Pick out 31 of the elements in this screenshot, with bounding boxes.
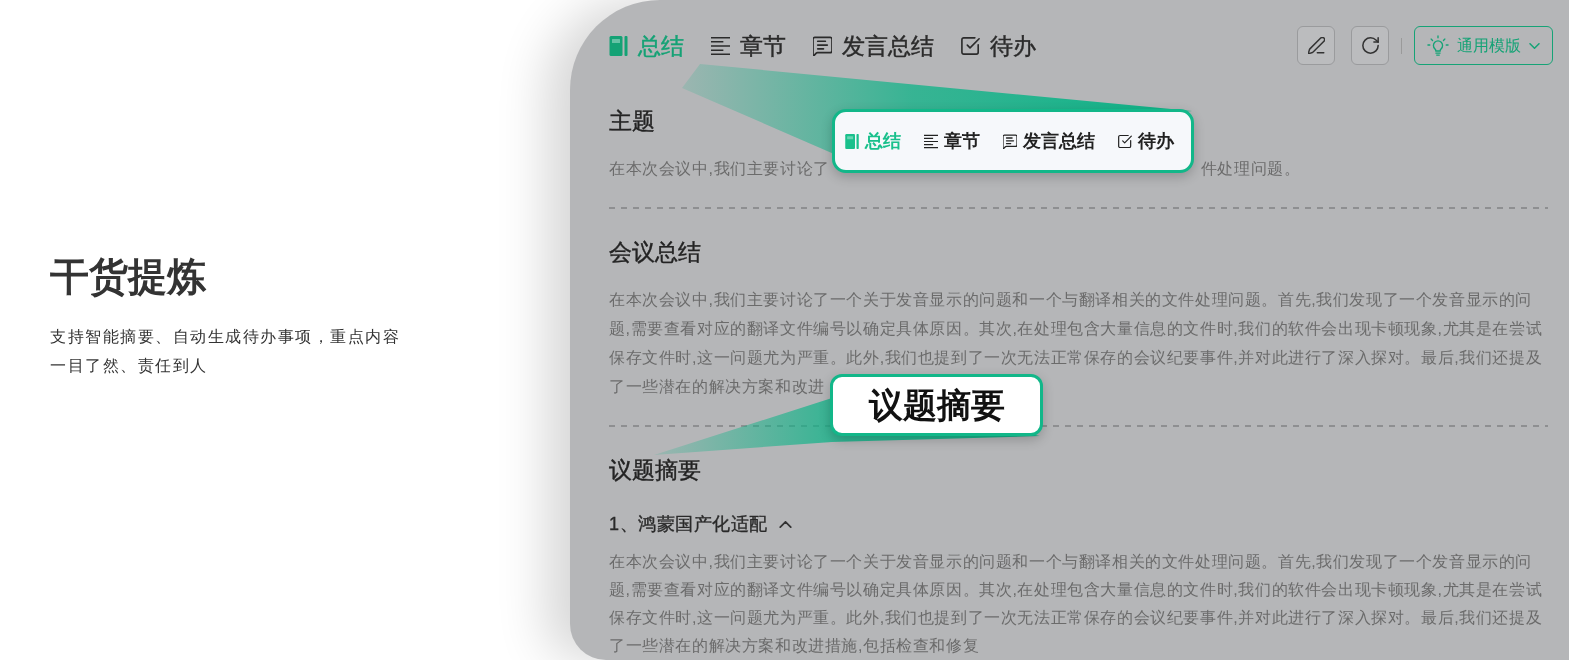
lines-icon — [711, 35, 730, 56]
paragraph-text: 在本次会议中,我们主要讨论了 — [609, 159, 830, 179]
section-heading: 主题 — [609, 107, 655, 136]
paragraph-text: 在本次会议中,我们主要讨论了一个关于发音显示的问题和一个与翻译相关的文件处理问题。首先,我们发现了一个发音显示的问题,需要查看对应的翻译文件编号以确定具体原因。其次,在处理包含大量信息的文件时,我们的软件会出现卡顿现象,尤其是在尝试保存文件时,这一问题尤为严重。此外,我们也提到了一次无法正常保存的会议纪要事件,并对此进行了深入探对。最后,我们还提及了一些潜在的解决方案和改进措施,包括检查和修复 — [609, 552, 1544, 656]
pen-icon — [1307, 37, 1325, 54]
paragraph-text: 件处理问题。 — [1200, 159, 1301, 179]
checkbox-icon — [1118, 133, 1132, 149]
section-heading: 议题摘要 — [609, 456, 701, 485]
tab[interactable]: 发言总结 — [813, 30, 934, 61]
intro-title: 干货提炼 — [50, 254, 206, 300]
tab[interactable]: 章节 — [711, 30, 786, 61]
edit-button[interactable] — [1297, 26, 1335, 65]
refresh-icon — [1361, 37, 1379, 54]
tab[interactable]: 待办 — [961, 30, 1036, 61]
tab-label: 待办 — [1138, 130, 1174, 153]
message-icon — [813, 35, 832, 56]
section-heading: 会议总结 — [609, 238, 701, 267]
notebook-icon — [845, 133, 859, 149]
tab-label: 发言总结 — [1023, 130, 1095, 153]
notebook-icon — [609, 35, 628, 56]
tab-label: 章节 — [944, 130, 980, 153]
tab-label: 总结 — [865, 130, 901, 153]
chevron-down-icon — [1529, 42, 1540, 49]
chevron-up-icon[interactable] — [778, 520, 792, 528]
topic-title: 1、鸿蒙国产化适配 — [609, 513, 768, 536]
refresh-button[interactable] — [1351, 26, 1389, 65]
intro-description: 支持智能摘要、自动生成待办事项，重点内容一目了然、责任到人 — [50, 327, 401, 376]
lines-icon — [924, 133, 938, 149]
lightbulb-icon — [1427, 35, 1449, 56]
message-icon — [1003, 133, 1017, 149]
checkbox-icon — [961, 35, 980, 56]
